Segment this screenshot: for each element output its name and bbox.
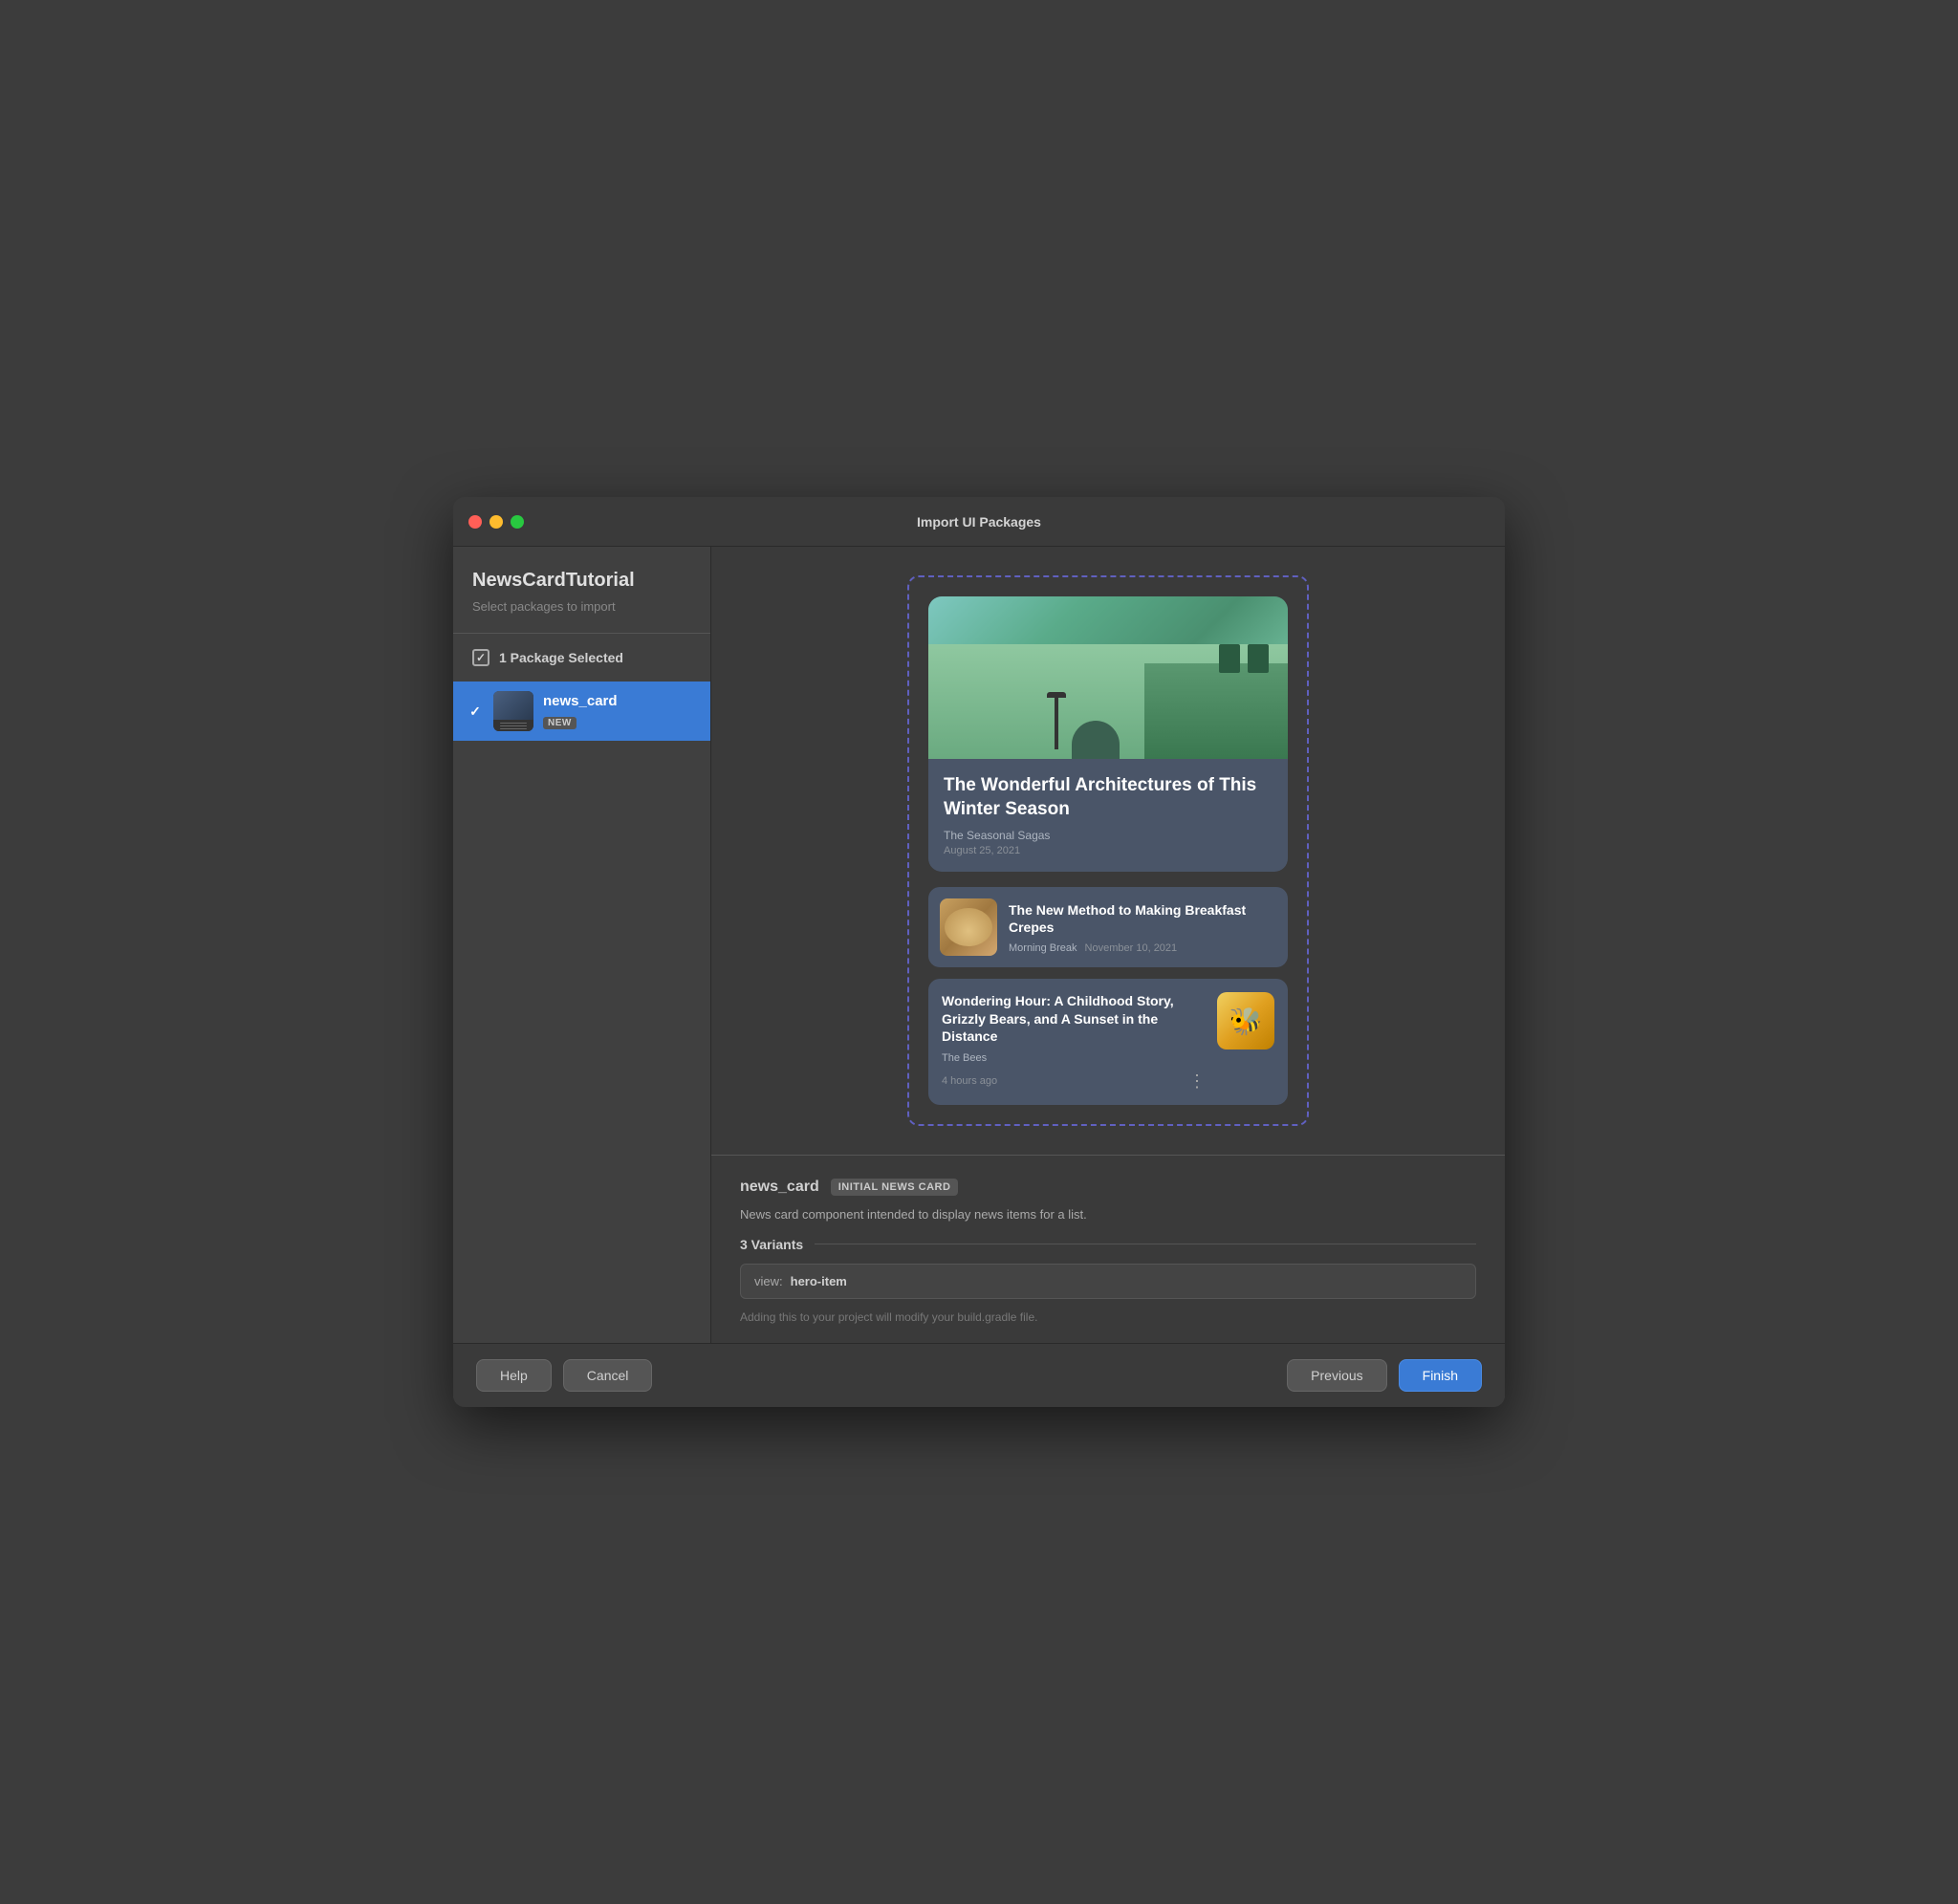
variant-value: hero-item [791,1274,847,1288]
window-title: Import UI Packages [917,514,1041,530]
window-shutters [1219,644,1269,673]
reverse-card-bottom: 4 hours ago ⋮ [942,1071,1206,1092]
building-wall-right [1144,663,1288,759]
horizontal-card-source: Morning Break [1009,942,1077,954]
sidebar-divider [453,633,710,634]
street-lamp [1055,692,1058,749]
reverse-card-time: 4 hours ago [942,1075,997,1087]
thumb-line-2 [500,725,527,726]
preview-container: The Wonderful Architectures of This Wint… [907,575,1309,1126]
reverse-card-text: Wondering Hour: A Childhood Story, Grizz… [942,992,1206,1092]
window-controls [468,515,524,529]
help-button[interactable]: Help [476,1359,552,1392]
horizontal-card: The New Method to Making Breakfast Crepe… [928,887,1288,967]
close-button[interactable] [468,515,482,529]
variant-key: view: [754,1274,783,1288]
reverse-card-source: The Bees [942,1052,1206,1064]
package-name: news_card [543,693,697,709]
reverse-card-thumbnail: 🐝 [1217,992,1274,1049]
horizontal-card-text: The New Method to Making Breakfast Crepe… [1009,901,1276,953]
bottom-left-buttons: Help Cancel [476,1359,652,1392]
horizontal-card-date: November 10, 2021 [1085,942,1178,954]
detail-badge: INITIAL NEWS CARD [831,1179,959,1196]
hero-content: The Wonderful Architectures of This Wint… [928,759,1288,872]
detail-description: News card component intended to display … [740,1207,1476,1222]
package-selected-label: 1 Package Selected [499,650,623,665]
building-illustration [928,625,1288,759]
previous-button[interactable]: Previous [1287,1359,1386,1392]
thumb-image [493,691,533,720]
package-selected-row: 1 Package Selected [453,649,710,682]
bottom-bar: Help Cancel Previous Finish [453,1343,1505,1407]
maximize-button[interactable] [511,515,524,529]
package-thumbnail [493,691,533,731]
package-badge: NEW [543,717,577,729]
detail-header: news_card INITIAL NEWS CARD [740,1179,1476,1196]
package-checkbox[interactable]: ✓ [467,703,484,720]
package-info: news_card NEW [543,693,697,730]
hero-title: The Wonderful Architectures of This Wint… [944,774,1273,821]
thumb-lines [493,720,533,731]
detail-note: Adding this to your project will modify … [740,1310,1476,1324]
horizontal-card-title: The New Method to Making Breakfast Crepe… [1009,901,1276,936]
package-selected-checkbox[interactable] [472,649,490,666]
cancel-button[interactable]: Cancel [563,1359,653,1392]
bottom-right-buttons: Previous Finish [1287,1359,1482,1392]
horizontal-card-meta: Morning Break November 10, 2021 [1009,942,1276,954]
project-name: NewsCardTutorial [453,570,710,599]
reverse-card: Wondering Hour: A Childhood Story, Grizz… [928,979,1288,1105]
detail-package-name: news_card [740,1179,819,1196]
hero-date: August 25, 2021 [944,845,1273,856]
bee-icon: 🐝 [1229,1006,1263,1037]
variants-label: 3 Variants [740,1237,1476,1252]
package-list-item[interactable]: ✓ news_card NEW [453,682,710,741]
reverse-card-title: Wondering Hour: A Childhood Story, Grizz… [942,992,1206,1045]
hero-source: The Seasonal Sagas [944,829,1273,842]
minimize-button[interactable] [490,515,503,529]
hero-card: The Wonderful Architectures of This Wint… [928,596,1288,872]
thumb-line-3 [500,728,527,729]
dots-menu-icon[interactable]: ⋮ [1188,1071,1206,1092]
thumb-line-group [500,723,527,729]
main-window: Import UI Packages NewsCardTutorial Sele… [453,497,1505,1407]
main-content: NewsCardTutorial Select packages to impo… [453,547,1505,1343]
title-bar: Import UI Packages [453,497,1505,547]
food-decoration [945,908,992,946]
right-panel: The Wonderful Architectures of This Wint… [711,547,1505,1343]
hero-image [928,596,1288,759]
variant-row: view: hero-item [740,1264,1476,1299]
shutter-2 [1248,644,1269,673]
detail-panel: news_card INITIAL NEWS CARD News card co… [711,1155,1505,1343]
shutter-1 [1219,644,1240,673]
sidebar: NewsCardTutorial Select packages to impo… [453,547,711,1343]
finish-button[interactable]: Finish [1399,1359,1482,1392]
sidebar-subtitle: Select packages to import [453,599,710,633]
thumb-line-1 [500,723,527,724]
horizontal-card-thumbnail [940,898,997,956]
preview-area: The Wonderful Architectures of This Wint… [711,547,1505,1155]
